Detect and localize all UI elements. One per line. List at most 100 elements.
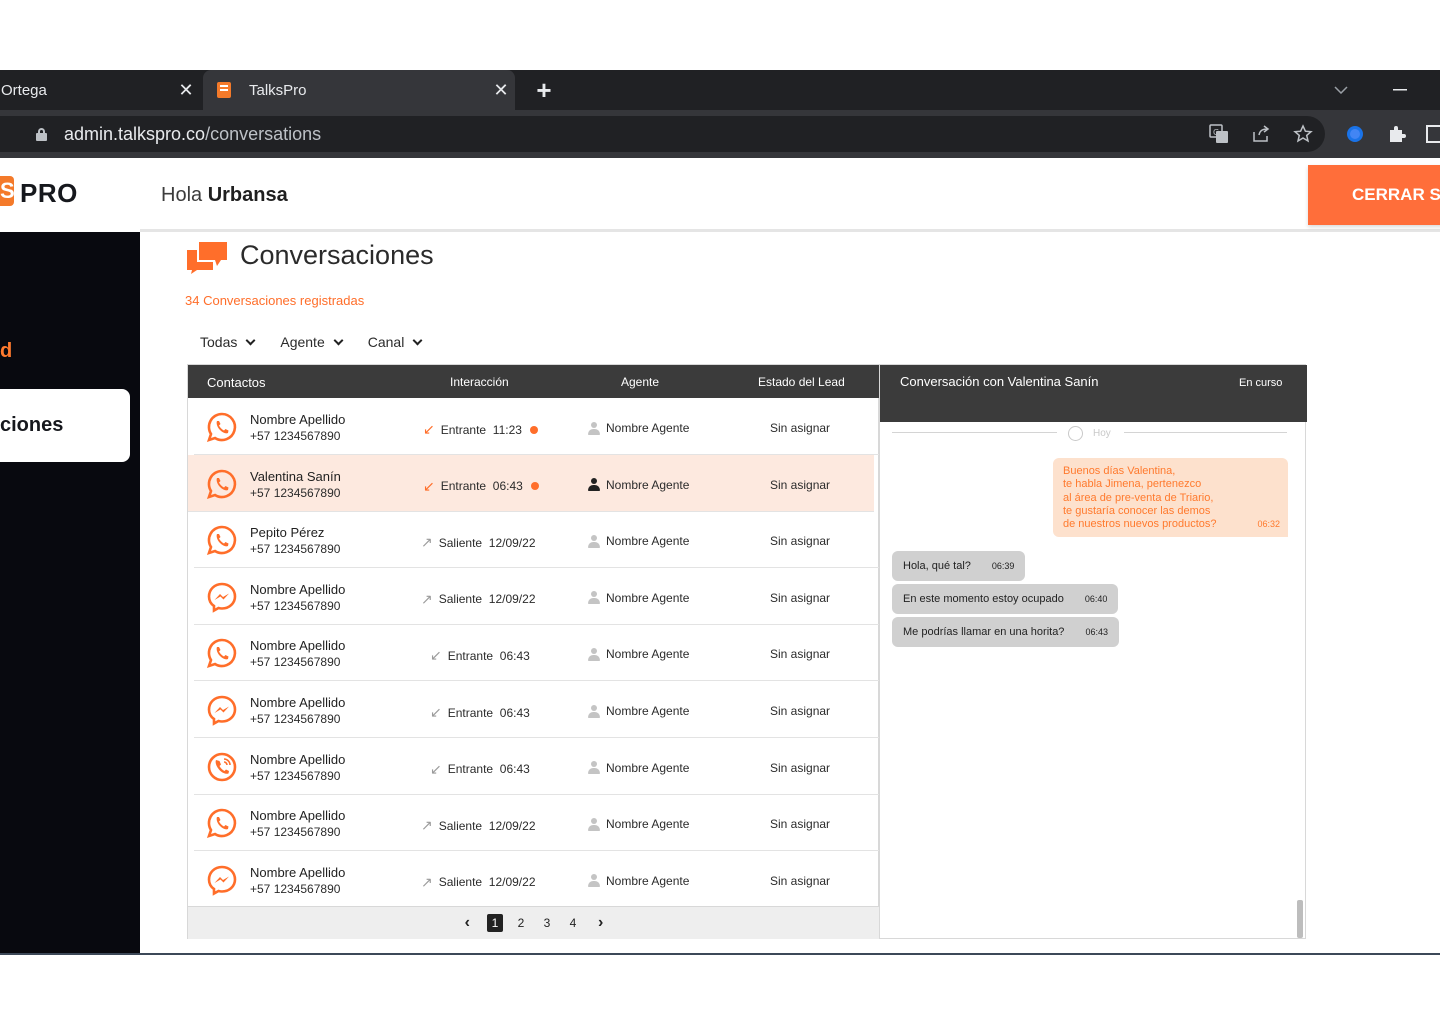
browser-tab-active[interactable]: TalksPro ✕ xyxy=(203,70,515,110)
unread-dot-icon xyxy=(529,425,538,434)
page-3-button[interactable]: 3 xyxy=(539,914,555,932)
chat-scrollbar[interactable] xyxy=(1297,900,1303,938)
interaction: ↗ Saliente 12/09/22 xyxy=(421,817,536,834)
bookmark-star-icon[interactable] xyxy=(1290,110,1316,158)
contact-name[interactable]: Nombre Apellido xyxy=(250,808,345,823)
contact-phone: +57 1234567890 xyxy=(250,712,341,726)
agent-cell[interactable]: Nombre Agente xyxy=(588,817,689,831)
table-row[interactable]: Nombre Apellido +57 1234567890 ↗ Saliente 1… xyxy=(194,568,880,625)
svg-text:G: G xyxy=(1213,128,1219,137)
tab-title: Ortega xyxy=(1,81,47,99)
minimize-icon[interactable] xyxy=(1393,70,1407,110)
sidebar-item-highlighted[interactable]: d xyxy=(0,340,12,363)
chat-title: Conversación con Valentina Sanín xyxy=(900,374,1099,389)
filter-canal-dropdown[interactable]: Canal xyxy=(367,334,423,350)
interaction: ↗ Saliente 12/09/22 xyxy=(421,874,536,891)
filter-agente-dropdown[interactable]: Agente xyxy=(280,334,344,350)
contact-name[interactable]: Nombre Apellido xyxy=(250,865,345,880)
filter-label: Canal xyxy=(367,334,405,350)
browser-tab-inactive[interactable]: Ortega ✕ xyxy=(0,70,200,110)
previous-page-icon[interactable]: ‹ xyxy=(465,914,470,932)
app-logo[interactable]: S PRO xyxy=(0,158,140,232)
column-header-lead-status[interactable]: Estado del Lead xyxy=(758,375,845,389)
page-title: Conversaciones xyxy=(240,240,434,270)
new-tab-icon[interactable]: + xyxy=(530,70,558,110)
contact-name[interactable]: Nombre Apellido xyxy=(250,752,345,767)
side-panel-icon[interactable] xyxy=(1426,110,1440,158)
lead-status[interactable]: Sin asignar xyxy=(770,591,830,605)
interaction-direction: Saliente xyxy=(438,818,483,833)
agent-name: Nombre Agente xyxy=(606,704,690,718)
contact-name[interactable]: Valentina Sanín xyxy=(250,469,341,484)
interaction-time: 12/09/22 xyxy=(488,818,536,833)
contact-name[interactable]: Nombre Apellido xyxy=(250,412,345,427)
agent-cell[interactable]: Nombre Agente xyxy=(588,478,689,492)
logout-button[interactable]: CERRAR SESIÓN xyxy=(1308,165,1440,225)
user-icon xyxy=(588,647,600,661)
lead-status[interactable]: Sin asignar xyxy=(770,874,830,888)
table-row[interactable]: Nombre Apellido +57 1234567890 ↗ Saliente 1… xyxy=(194,851,880,908)
column-header-contacts[interactable]: Contactos xyxy=(207,375,266,390)
next-page-icon[interactable]: › xyxy=(598,914,603,932)
close-icon[interactable]: ✕ xyxy=(487,80,515,101)
lead-status[interactable]: Sin asignar xyxy=(770,704,830,718)
page-1-button[interactable]: 1 xyxy=(487,914,503,932)
share-icon[interactable] xyxy=(1248,110,1274,158)
greeting: Hola Urbansa xyxy=(161,184,288,207)
lead-status[interactable]: Sin asignar xyxy=(770,761,830,775)
message-time: 06:43 xyxy=(1085,627,1108,637)
url-field[interactable]: admin.talkspro.co/conversations xyxy=(0,116,1325,152)
conversations-table: Contactos Interacción Agente Estado del … xyxy=(187,364,880,939)
translate-icon[interactable]: G xyxy=(1206,110,1232,158)
agent-cell[interactable]: Nombre Agente xyxy=(588,534,689,548)
contact-name[interactable]: Nombre Apellido xyxy=(250,582,345,597)
contact-name[interactable]: Nombre Apellido xyxy=(250,695,345,710)
interaction-time: 06:43 xyxy=(499,705,530,720)
profile-extension-icon[interactable] xyxy=(1342,110,1368,158)
table-row[interactable]: Pepito Pérez +57 1234567890 ↗ Saliente 12/0… xyxy=(194,511,880,569)
agent-cell[interactable]: Nombre Agente xyxy=(588,591,689,605)
page-2-button[interactable]: 2 xyxy=(513,914,529,932)
agent-cell[interactable]: Nombre Agente xyxy=(588,704,689,718)
contact-name[interactable]: Nombre Apellido xyxy=(250,638,345,653)
agent-cell[interactable]: Nombre Agente xyxy=(588,647,689,661)
lead-status[interactable]: Sin asignar xyxy=(770,817,830,831)
page-4-button[interactable]: 4 xyxy=(565,914,581,932)
whatsapp-icon xyxy=(206,411,238,443)
url-text[interactable]: admin.talkspro.co/conversations xyxy=(64,124,321,145)
lead-status[interactable]: Sin asignar xyxy=(770,534,830,548)
user-icon xyxy=(588,817,600,831)
table-row[interactable]: Nombre Apellido +57 1234567890 ↗ Saliente 1… xyxy=(194,794,880,852)
table-row[interactable]: Nombre Apellido +57 1234567890 ↙ Entrante 0… xyxy=(194,738,880,795)
contact-phone: +57 1234567890 xyxy=(250,655,341,670)
agent-cell[interactable]: Nombre Agente xyxy=(588,421,689,435)
agent-cell[interactable]: Nombre Agente xyxy=(588,874,689,888)
messenger-icon xyxy=(206,864,238,896)
chat-panel: Conversación con Valentina Sanín En curs… xyxy=(879,364,1307,939)
outgoing-arrow-icon: ↗ xyxy=(421,534,433,551)
sidebar-item-conversaciones[interactable]: ciones xyxy=(0,389,130,462)
outgoing-arrow-icon: ↗ xyxy=(421,590,433,607)
table-row[interactable]: Nombre Apellido +57 1234567890 ↙ Entrante 0… xyxy=(194,624,880,682)
extensions-puzzle-icon[interactable] xyxy=(1384,110,1410,158)
close-icon[interactable]: ✕ xyxy=(172,80,200,101)
contact-name[interactable]: Pepito Pérez xyxy=(250,525,324,540)
message-time: 06:40 xyxy=(1084,594,1108,604)
tab-search-chevron-icon[interactable] xyxy=(1334,70,1348,110)
contact-phone: +57 1234567890 xyxy=(250,768,341,783)
chevron-down-icon xyxy=(412,335,423,345)
table-row[interactable]: Nombre Apellido +57 1234567890 ↙ Entrante 0… xyxy=(194,681,880,738)
column-header-agent[interactable]: Agente xyxy=(621,375,659,389)
contact-phone: +57 1234567890 xyxy=(250,485,341,500)
lead-status[interactable]: Sin asignar xyxy=(770,421,830,435)
lead-status[interactable]: Sin asignar xyxy=(770,647,830,661)
filter-todas-dropdown[interactable]: Todas xyxy=(200,334,256,350)
lead-status[interactable]: Sin asignar xyxy=(770,478,830,492)
table-row[interactable]: Nombre Apellido +57 1234567890 ↙ Entrante 1… xyxy=(194,398,880,455)
outgoing-message: Buenos días Valentina, te habla Jimena, … xyxy=(1053,458,1288,537)
agent-name: Nombre Agente xyxy=(606,760,690,775)
interaction-time: 06:43 xyxy=(499,762,530,777)
table-row[interactable]: Valentina Sanín +57 1234567890 ↙ Entrante 0… xyxy=(188,454,874,512)
column-header-interaction[interactable]: Interacción xyxy=(450,375,509,389)
agent-cell[interactable]: Nombre Agente xyxy=(588,761,689,775)
